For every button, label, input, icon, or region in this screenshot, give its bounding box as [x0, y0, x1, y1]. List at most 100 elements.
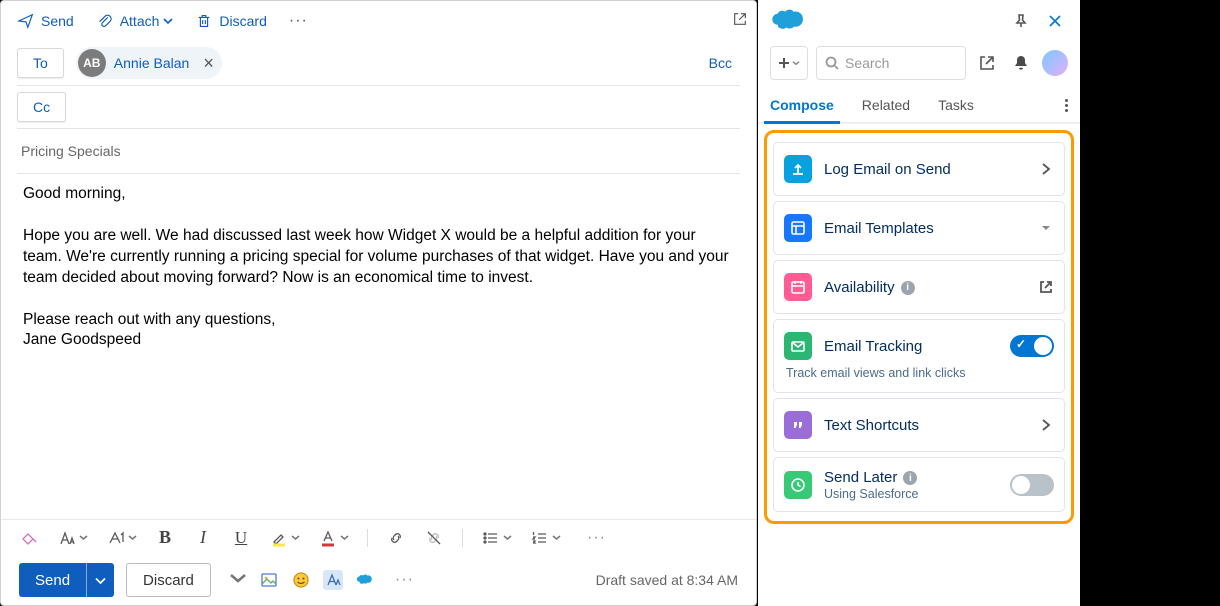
font-family-dropdown[interactable] [57, 528, 88, 548]
card-availability[interactable]: Availabilityi [773, 260, 1065, 314]
caret-down-icon [1038, 220, 1054, 236]
draft-status-text: Draft saved at 8:34 AM [596, 572, 738, 588]
attach-file-icon[interactable] [227, 570, 247, 590]
send-later-toggle[interactable] [1010, 474, 1054, 496]
pin-icon[interactable] [1008, 8, 1034, 34]
insert-image-icon[interactable] [259, 570, 279, 590]
chevron-right-icon [1038, 161, 1054, 177]
send-options-dropdown[interactable] [86, 563, 114, 597]
chevron-right-icon [1038, 417, 1054, 433]
toggle-formatting-icon[interactable] [323, 570, 343, 590]
tracking-icon [784, 332, 812, 360]
notifications-icon[interactable] [1008, 50, 1034, 76]
bold-button[interactable]: B [155, 528, 175, 548]
footer-more-ellipsis[interactable]: ··· [387, 567, 422, 593]
close-icon[interactable] [1042, 8, 1068, 34]
info-icon[interactable]: i [903, 471, 917, 485]
panel-tool-row: Search [758, 38, 1080, 90]
trash-icon [195, 12, 213, 30]
footer-icons: ··· [227, 567, 422, 593]
card-availability-title: Availabilityi [824, 279, 915, 296]
send-button-top[interactable]: Send [9, 8, 82, 34]
send-split-button[interactable]: Send [19, 563, 114, 597]
tab-compose[interactable]: Compose [770, 97, 834, 122]
send-icon [17, 12, 35, 30]
card-email-templates-title: Email Templates [824, 220, 934, 237]
chevron-down-icon [163, 13, 173, 29]
new-record-button[interactable] [770, 46, 808, 80]
panel-tabs: Compose Related Tasks [758, 90, 1080, 124]
card-email-templates[interactable]: Email Templates [773, 201, 1065, 255]
card-send-later-title: Send Lateri [824, 470, 919, 487]
tabs-overflow-icon[interactable] [1065, 99, 1068, 122]
card-text-shortcuts[interactable]: Text Shortcuts [773, 398, 1065, 452]
card-email-tracking-title: Email Tracking [824, 338, 922, 355]
template-icon [784, 214, 812, 242]
salesforce-logo-icon [770, 8, 808, 34]
card-email-tracking-subtitle: Track email views and link clicks [774, 366, 1064, 392]
to-row: To AB Annie Balan × Bcc [1, 41, 756, 85]
open-record-icon[interactable] [974, 50, 1000, 76]
email-body-editor[interactable]: Good morning, Hope you are well. We had … [1, 174, 756, 519]
insert-emoji-icon[interactable] [291, 570, 311, 590]
send-label: Send [41, 13, 74, 29]
remove-link-icon[interactable] [424, 528, 444, 548]
recipient-name: Annie Balan [114, 55, 190, 71]
email-tracking-toggle[interactable] [1010, 335, 1054, 357]
panel-header [758, 0, 1080, 38]
callout-highlight: Log Email on Send Email Templates Availa… [764, 130, 1074, 524]
discard-label: Discard [219, 13, 266, 29]
highlight-dropdown[interactable] [269, 528, 300, 548]
page-filler [1080, 0, 1220, 606]
paperclip-icon [96, 12, 114, 30]
clock-icon [784, 471, 812, 499]
quote-icon [784, 411, 812, 439]
italic-button[interactable]: I [193, 528, 213, 548]
number-list-dropdown[interactable] [530, 528, 561, 548]
card-log-email-title: Log Email on Send [824, 161, 951, 178]
info-icon[interactable]: i [901, 281, 915, 295]
card-email-tracking: Email Tracking Track email views and lin… [773, 319, 1065, 393]
search-input[interactable]: Search [816, 46, 966, 80]
to-button[interactable]: To [17, 48, 64, 78]
card-text-shortcuts-title: Text Shortcuts [824, 417, 919, 434]
search-placeholder: Search [845, 55, 889, 71]
attach-label: Attach [120, 13, 160, 29]
salesforce-side-panel: Search Compose Related Tasks Log Email o… [758, 0, 1080, 606]
cc-button[interactable]: Cc [17, 92, 66, 122]
insert-link-icon[interactable] [386, 528, 406, 548]
underline-button[interactable]: U [231, 528, 251, 548]
card-send-later: Send Lateri Using Salesforce [773, 457, 1065, 512]
formatting-toolbar: B I U ··· [1, 519, 756, 555]
send-footer: Send Discard ··· Draft saved at 8:34 AM [1, 555, 756, 605]
popout-icon[interactable] [732, 11, 748, 32]
card-send-later-subtitle: Using Salesforce [824, 487, 919, 501]
attach-button-top[interactable]: Attach [88, 8, 182, 34]
salesforce-addin-icon[interactable] [355, 570, 375, 590]
recipient-chip[interactable]: AB Annie Balan × [76, 47, 222, 79]
tab-tasks[interactable]: Tasks [938, 97, 974, 122]
compose-toolbar: Send Attach Discard ··· [1, 1, 756, 41]
cc-row: Cc . [1, 86, 756, 128]
subject-field[interactable]: Pricing Specials [1, 129, 756, 173]
calendar-icon [784, 273, 812, 301]
remove-recipient-icon[interactable]: × [203, 56, 214, 70]
external-link-icon[interactable] [1038, 279, 1054, 295]
font-color-dropdown[interactable] [318, 528, 349, 548]
upload-icon [784, 155, 812, 183]
format-painter-icon[interactable] [19, 528, 39, 548]
card-log-email[interactable]: Log Email on Send [773, 142, 1065, 196]
compose-feature-list: Log Email on Send Email Templates Availa… [758, 124, 1080, 606]
user-avatar[interactable] [1042, 50, 1068, 76]
tab-related[interactable]: Related [862, 97, 910, 122]
more-actions-ellipsis[interactable]: ··· [281, 8, 316, 34]
format-more-ellipsis[interactable]: ··· [579, 525, 614, 551]
discard-button-footer[interactable]: Discard [126, 563, 211, 597]
outlook-compose-window: Send Attach Discard ··· To AB Annie Bala… [0, 0, 757, 606]
recipient-avatar: AB [78, 49, 106, 77]
bullet-list-dropdown[interactable] [481, 528, 512, 548]
font-size-dropdown[interactable] [106, 528, 137, 548]
send-button-label[interactable]: Send [19, 563, 86, 597]
bcc-link[interactable]: Bcc [701, 51, 740, 75]
discard-button-top[interactable]: Discard [187, 8, 274, 34]
